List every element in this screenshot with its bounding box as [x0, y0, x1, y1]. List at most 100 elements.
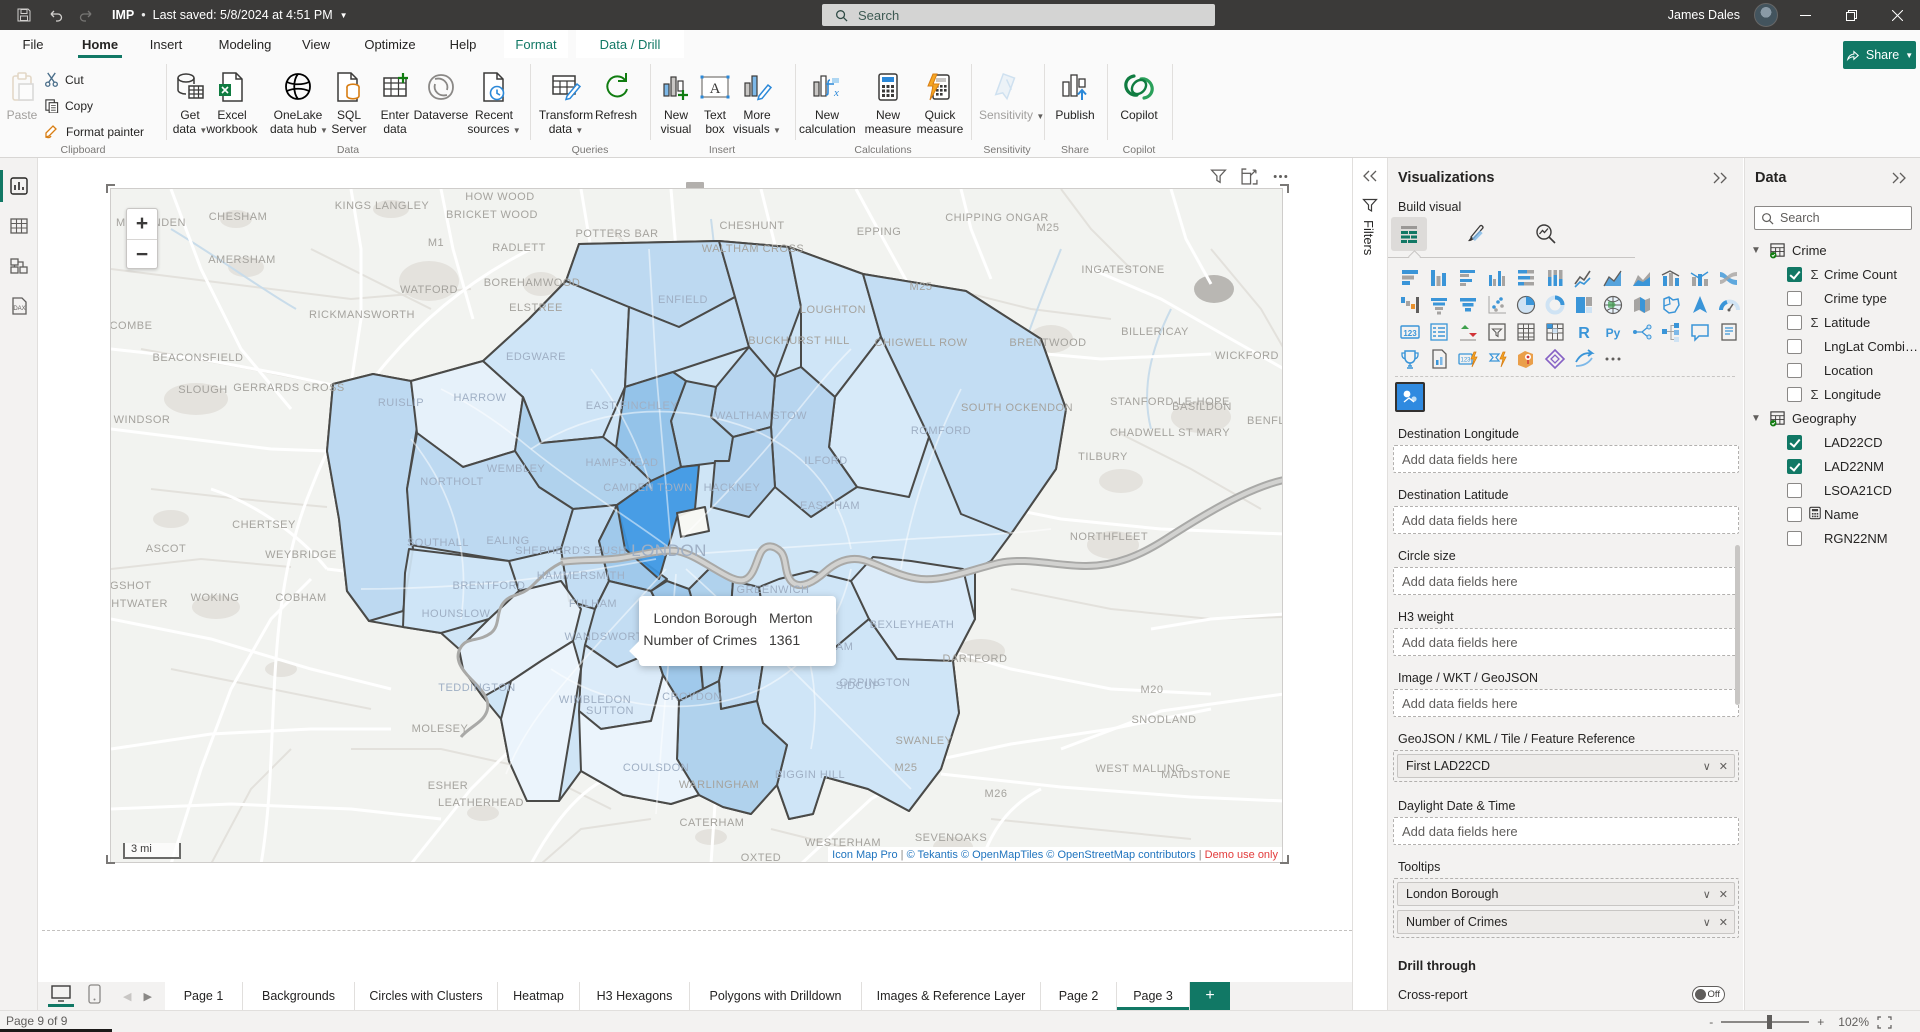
- page-tab-backgrounds[interactable]: Backgrounds: [243, 982, 355, 1010]
- field-checkbox[interactable]: [1787, 459, 1802, 474]
- ribbon-button-new-measure[interactable]: Newmeasure: [860, 64, 916, 136]
- prev-page-arrow[interactable]: ◀: [123, 990, 131, 1003]
- visual-type-key-influencers[interactable]: [1627, 318, 1656, 345]
- field-checkbox[interactable]: [1787, 531, 1802, 546]
- visual-type-card[interactable]: 123: [1395, 318, 1424, 345]
- close-button[interactable]: [1874, 0, 1920, 30]
- visual-type-r-script[interactable]: R: [1569, 318, 1598, 345]
- visual-type-azure-map[interactable]: [1685, 291, 1714, 318]
- field-latitude[interactable]: ΣLatitude: [1745, 310, 1920, 334]
- visual-type-goals[interactable]: [1395, 345, 1424, 372]
- ribbon-button-new-calculation[interactable]: xNewcalculation: [799, 64, 855, 136]
- page-tab-circles-with-clusters[interactable]: Circles with Clusters: [355, 982, 498, 1010]
- field-longitude[interactable]: ΣLongitude: [1745, 382, 1920, 406]
- visual-type-100-stacked-column[interactable]: [1540, 264, 1569, 291]
- visual-type-slicer[interactable]: [1482, 318, 1511, 345]
- visual-type-funnel2[interactable]: [1424, 291, 1453, 318]
- fit-to-page-icon[interactable]: [1877, 1016, 1892, 1029]
- global-search-input[interactable]: Search: [822, 4, 1215, 26]
- visual-type-clustered-bar[interactable]: [1453, 264, 1482, 291]
- visual-type-scatter[interactable]: [1482, 291, 1511, 318]
- visual-type-area[interactable]: [1598, 264, 1627, 291]
- ribbon-button-copy[interactable]: Copy: [44, 98, 93, 113]
- field-name[interactable]: Name: [1745, 502, 1920, 526]
- maximize-button[interactable]: [1828, 0, 1874, 30]
- tab-home[interactable]: Home: [72, 30, 128, 58]
- visual-type-shape-map[interactable]: [1656, 291, 1685, 318]
- pill-remove-icon[interactable]: ✕: [1719, 916, 1728, 929]
- field-lnglat-combin-[interactable]: LngLat Combin...: [1745, 334, 1920, 358]
- well-destination-longitude[interactable]: Add data fields here: [1393, 445, 1739, 473]
- visual-type-table[interactable]: [1511, 318, 1540, 345]
- field-pill-number-of-crimes[interactable]: Number of Crimes∨✕: [1397, 910, 1735, 934]
- tab-data-drill[interactable]: Data / Drill: [576, 30, 684, 58]
- visual-filter-icon[interactable]: [1210, 168, 1227, 185]
- pill-chevron-icon[interactable]: ∨: [1703, 760, 1711, 773]
- field-crime-type[interactable]: Crime type: [1745, 286, 1920, 310]
- zoom-out-status[interactable]: -: [1709, 1015, 1713, 1029]
- field-lsoa21cd[interactable]: LSOA21CD: [1745, 478, 1920, 502]
- visual-type-map-globe[interactable]: [1598, 291, 1627, 318]
- ribbon-button-format-painter[interactable]: Format painter: [44, 124, 144, 140]
- visual-type-gauge[interactable]: [1714, 291, 1743, 318]
- tab-optimize[interactable]: Optimize: [358, 30, 422, 58]
- ribbon-button-more-visuals[interactable]: Morevisuals ▼: [729, 64, 785, 137]
- field-checkbox[interactable]: [1787, 363, 1802, 378]
- zoom-in-button[interactable]: +: [127, 209, 157, 239]
- field-checkbox[interactable]: [1787, 267, 1802, 282]
- mobile-view-icon[interactable]: [88, 984, 101, 1009]
- london-borough-map[interactable]: MISSENDENCHESHAMKINGS LANGLEYHOW WOODBRI…: [111, 189, 1282, 862]
- well-destination-latitude[interactable]: Add data fields here: [1393, 506, 1739, 534]
- cross-report-toggle[interactable]: Off: [1692, 986, 1725, 1003]
- visual-type-flow-arrow[interactable]: [1569, 345, 1598, 372]
- well-daylight-date-time[interactable]: Add data fields here: [1393, 817, 1739, 845]
- tab-format[interactable]: Format: [504, 30, 568, 58]
- more-options-icon[interactable]: [1272, 168, 1289, 185]
- field-location[interactable]: Location: [1745, 358, 1920, 382]
- format-visual-tab[interactable]: [1460, 217, 1496, 251]
- icon-map-pro-visual[interactable]: [1395, 382, 1425, 412]
- visual-type-python[interactable]: Py: [1598, 318, 1627, 345]
- avatar[interactable]: [1754, 3, 1778, 27]
- visual-type-clustered-column[interactable]: [1482, 264, 1511, 291]
- resize-handle[interactable]: [1280, 184, 1289, 193]
- page-tab-h3-hexagons[interactable]: H3 Hexagons: [580, 982, 690, 1010]
- expand-pane-icon[interactable]: [1363, 170, 1377, 182]
- field-checkbox[interactable]: [1787, 387, 1802, 402]
- ribbon-button-excel-workbook[interactable]: Excelworkbook: [204, 64, 260, 136]
- pill-chevron-icon[interactable]: ∨: [1703, 888, 1711, 901]
- visual-type-line-stacked-column[interactable]: [1656, 264, 1685, 291]
- page-tab-heatmap[interactable]: Heatmap: [498, 982, 580, 1010]
- visual-type-multirow-card[interactable]: [1424, 318, 1453, 345]
- minimize-button[interactable]: [1782, 0, 1828, 30]
- collapse-data-pane-icon[interactable]: [1892, 172, 1906, 184]
- visual-type-powerautomate[interactable]: [1482, 345, 1511, 372]
- new-page-button[interactable]: +: [1190, 982, 1230, 1010]
- field-checkbox[interactable]: [1787, 291, 1802, 306]
- next-page-arrow[interactable]: ▶: [143, 990, 151, 1003]
- page-tab-polygons-with-drilldown[interactable]: Polygons with Drilldown: [690, 982, 862, 1010]
- field-rgn22nm[interactable]: RGN22NM: [1745, 526, 1920, 550]
- ribbon-button-dataverse[interactable]: Dataverse: [413, 64, 469, 123]
- ribbon-button-refresh[interactable]: Refresh: [588, 64, 644, 123]
- visual-type-more-dots[interactable]: [1598, 345, 1627, 372]
- zoom-slider[interactable]: [1721, 1021, 1809, 1023]
- save-icon[interactable]: [16, 7, 32, 23]
- well-circle-size[interactable]: Add data fields here: [1393, 567, 1739, 595]
- visual-type-powerapps[interactable]: 123: [1453, 345, 1482, 372]
- ribbon-button-onelake-data-hub[interactable]: OneLakedata hub ▼: [270, 64, 326, 137]
- tab-file[interactable]: File: [13, 30, 53, 58]
- sidebar-table-view[interactable]: [0, 208, 38, 244]
- tab-help[interactable]: Help: [443, 30, 483, 58]
- borough-city-of-london[interactable]: [677, 507, 709, 537]
- visual-type-stacked-column[interactable]: [1424, 264, 1453, 291]
- field-pill-london-borough[interactable]: London Borough∨✕: [1397, 882, 1735, 906]
- undo-icon[interactable]: [48, 7, 64, 23]
- data-search-input[interactable]: Search: [1754, 206, 1912, 230]
- visual-type-pbi-diamond[interactable]: [1540, 345, 1569, 372]
- ribbon-button-publish[interactable]: Publish: [1047, 64, 1103, 123]
- visual-type-waterfall[interactable]: [1395, 291, 1424, 318]
- build-visual-tab[interactable]: [1391, 217, 1427, 251]
- ribbon-button-transform-data[interactable]: Transformdata ▼: [538, 64, 594, 137]
- sidebar-model-view[interactable]: [0, 248, 38, 284]
